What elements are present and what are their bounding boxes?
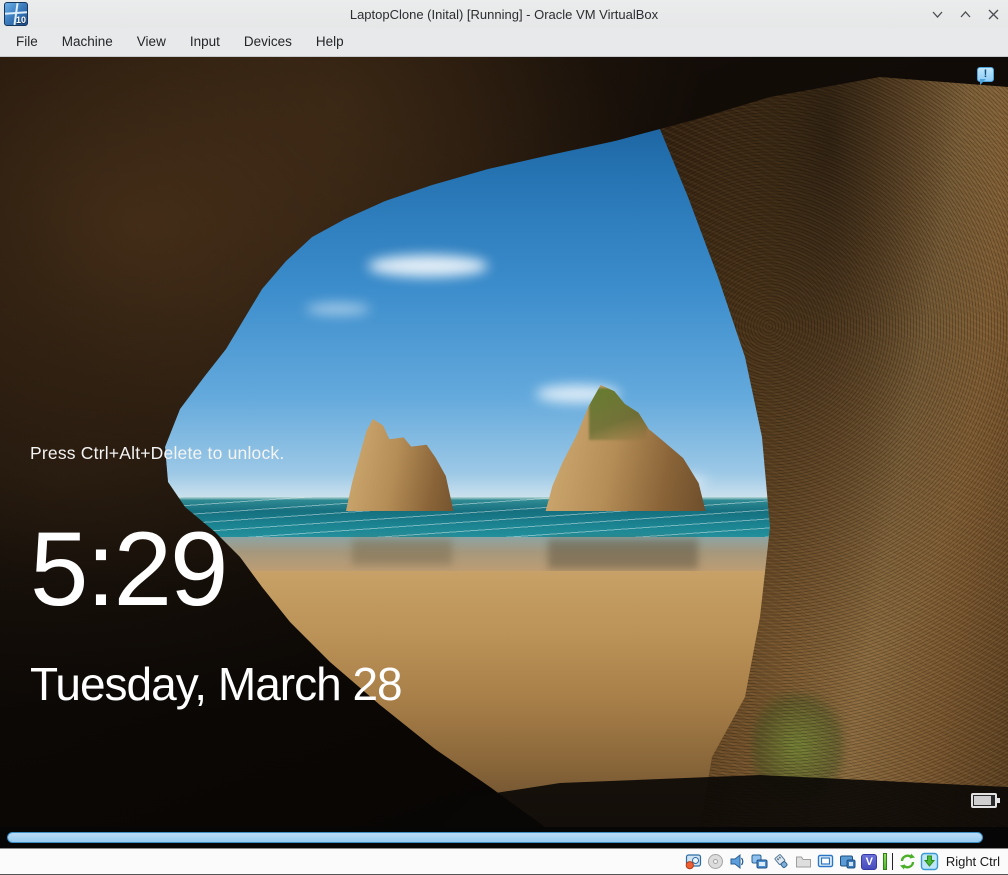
menu-item-help[interactable]: Help xyxy=(304,28,356,56)
menu-item-view[interactable]: View xyxy=(125,28,178,56)
status-bar: V Right Ctrl xyxy=(0,848,1008,875)
scrollbar-thumb[interactable] xyxy=(7,832,983,843)
minimize-icon[interactable] xyxy=(930,7,944,21)
menubar: File Machine View Input Devices Help xyxy=(0,28,1008,57)
lock-screen-date: Tuesday, March 28 xyxy=(30,658,403,710)
network-icon[interactable] xyxy=(750,852,769,871)
maximize-icon[interactable] xyxy=(958,7,972,21)
menu-item-machine[interactable]: Machine xyxy=(50,28,125,56)
host-key-icon[interactable] xyxy=(920,852,939,871)
window-controls xyxy=(930,0,1000,28)
battery-icon xyxy=(971,793,1000,808)
mouse-integration-icon[interactable] xyxy=(898,852,917,871)
cpu-load-indicator xyxy=(882,853,887,870)
shared-folders-icon[interactable] xyxy=(794,852,813,871)
vm-os-icon: 10 xyxy=(4,2,28,26)
audio-icon[interactable] xyxy=(728,852,747,871)
lock-screen-time: 5:29 xyxy=(30,511,228,628)
wallpaper-cloud xyxy=(306,303,370,315)
host-key-label: Right Ctrl xyxy=(945,854,1000,869)
window-title: LaptopClone (Inital) [Running] - Oracle … xyxy=(349,6,659,22)
unlock-instruction: Press Ctrl+Alt+Delete to unlock. xyxy=(30,443,285,463)
close-icon[interactable] xyxy=(986,7,1000,21)
vm-os-badge: 10 xyxy=(15,15,26,25)
wallpaper-reflection xyxy=(548,539,698,569)
menu-item-devices[interactable]: Devices xyxy=(232,28,304,56)
horizontal-scrollbar[interactable] xyxy=(0,827,1008,848)
titlebar[interactable]: 10 LaptopClone (Inital) [Running] - Orac… xyxy=(0,0,1008,28)
vm-screen-lock-wallpaper[interactable]: ! Press Ctrl+Alt+Delete to unlock. 5:29 … xyxy=(0,57,1008,827)
menu-item-input[interactable]: Input xyxy=(178,28,232,56)
usb-icon[interactable] xyxy=(772,852,791,871)
hard-disks-icon[interactable] xyxy=(684,852,703,871)
virtualbox-window: 10 LaptopClone (Inital) [Running] - Orac… xyxy=(0,0,1008,875)
display-icon[interactable] xyxy=(816,852,835,871)
menu-item-file[interactable]: File xyxy=(4,28,50,56)
notification-center-icon[interactable]: ! xyxy=(977,67,994,85)
wallpaper-cloud xyxy=(368,255,488,277)
wallpaper-reflection xyxy=(352,539,452,565)
optical-drives-icon[interactable] xyxy=(706,852,725,871)
recording-icon[interactable] xyxy=(838,852,857,871)
features-icon[interactable]: V xyxy=(860,852,879,871)
statusbar-separator xyxy=(891,853,893,870)
